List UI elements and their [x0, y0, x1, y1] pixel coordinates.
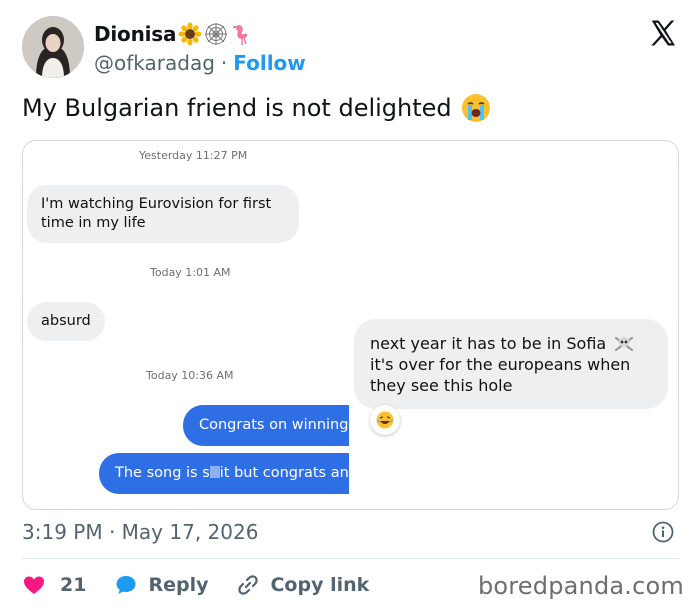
- message-part: The song is s: [115, 465, 210, 481]
- info-icon[interactable]: [652, 521, 674, 543]
- x-logo-icon[interactable]: [648, 18, 678, 48]
- tweet-header: Dionisa @ofkaradag · Follow: [22, 16, 682, 80]
- handle-row: @ofkaradag · Follow: [94, 51, 306, 75]
- copy-link-button[interactable]: Copy link: [236, 573, 369, 597]
- copy-link-label: Copy link: [270, 574, 370, 596]
- like-button[interactable]: 21: [22, 573, 86, 597]
- loudly-crying-face-icon: [461, 94, 490, 122]
- laughing-emoji-reaction: [370, 405, 400, 435]
- tweet-text: My Bulgarian friend is not delighted: [22, 92, 492, 124]
- censor-block: [209, 466, 220, 478]
- laughing-emoji-icon: [376, 411, 394, 429]
- message-part: it but congrats anywa: [219, 465, 349, 481]
- skull-crossbones-icon: [615, 336, 634, 352]
- incoming-message: I'm watching Eurovision for first time i…: [27, 185, 299, 243]
- chat-timestamp: Today 1:01 AM: [150, 266, 231, 279]
- reply-label: Reply: [148, 574, 209, 596]
- handle[interactable]: @ofkaradag: [94, 51, 215, 75]
- avatar[interactable]: [22, 16, 84, 78]
- flamingo-icon: [233, 25, 248, 45]
- sunflower-icon: [178, 22, 202, 46]
- message-part: it's over for the europeans when they se…: [370, 355, 631, 395]
- incoming-message: absurd: [27, 302, 105, 341]
- watermark: boredpanda.com: [477, 572, 684, 600]
- outgoing-message: The song is s it but congrats anywa: [99, 453, 349, 494]
- chat-timestamp: Today 10:36 AM: [146, 369, 234, 382]
- tweet-text-content: My Bulgarian friend is not delighted: [22, 94, 452, 122]
- like-count: 21: [60, 574, 87, 596]
- heart-icon: [24, 576, 44, 594]
- reply-bubble-icon: [116, 576, 136, 594]
- display-name[interactable]: Dionisa: [94, 22, 176, 46]
- separator-dot: ·: [220, 51, 228, 75]
- tweet-actions: 21 Reply Copy link: [22, 568, 397, 602]
- link-icon: [238, 575, 259, 595]
- overlay-message-bubble: next year it has to be in Sofia it's ove…: [354, 319, 668, 409]
- name-row: Dionisa: [94, 22, 254, 46]
- chat-screenshot[interactable]: Yesterday 11:27 PM I'm watching Eurovisi…: [22, 140, 679, 510]
- follow-button[interactable]: Follow: [233, 51, 306, 75]
- tweet-timestamp[interactable]: 3:19 PM · May 17, 2026: [22, 520, 258, 544]
- spider-web-icon: [205, 23, 228, 45]
- reply-button[interactable]: Reply: [114, 573, 208, 597]
- message-part: next year it has to be in Sofia: [370, 334, 607, 353]
- chat-timestamp: Yesterday 11:27 PM: [139, 149, 248, 162]
- outgoing-message: Congrats on winning b: [183, 405, 349, 446]
- divider: [22, 558, 679, 559]
